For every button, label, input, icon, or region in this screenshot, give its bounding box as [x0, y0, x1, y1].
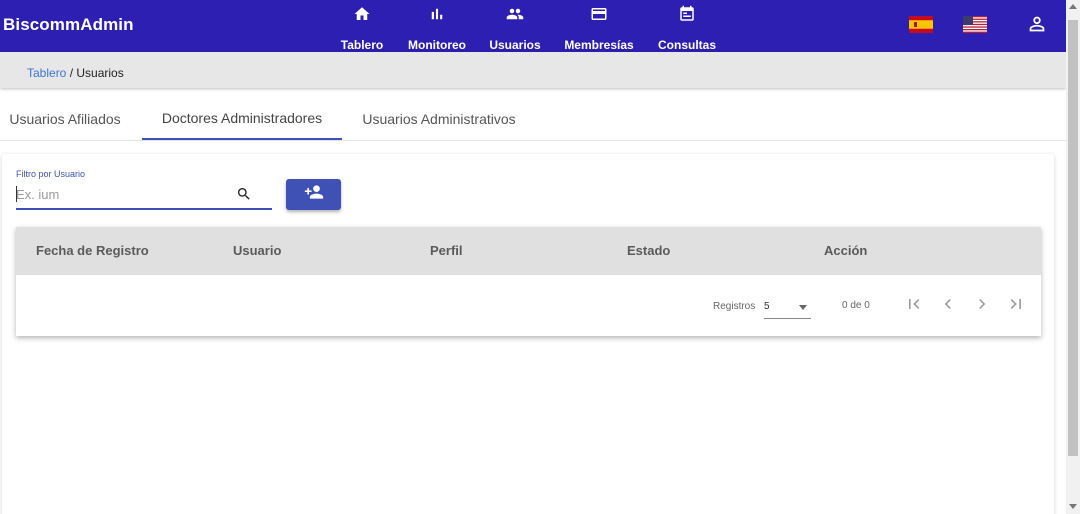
person-icon[interactable]: [1026, 13, 1048, 35]
home-icon: [353, 2, 371, 26]
person-add-icon: [303, 182, 325, 207]
nav-consultas[interactable]: Consultas: [658, 0, 716, 52]
next-page-icon[interactable]: [972, 294, 992, 314]
breadcrumb-current: Usuarios: [76, 66, 124, 80]
filter-underline: [16, 208, 272, 210]
add-user-button[interactable]: [286, 179, 341, 210]
calendar-icon: [678, 2, 696, 26]
credit-card-icon: [589, 2, 609, 26]
page-range-text: 0 de 0: [842, 300, 870, 311]
previous-page-icon[interactable]: [938, 294, 958, 314]
tab-usuarios-afiliados[interactable]: Usuarios Afiliados: [0, 98, 130, 140]
nav-tablero[interactable]: Tablero: [340, 0, 384, 52]
nav-label: Consultas: [658, 38, 717, 52]
breadcrumb-link-tablero[interactable]: Tablero: [27, 66, 66, 80]
nav-usuarios[interactable]: Usuarios: [489, 0, 541, 52]
filter-label: Filtro por Usuario: [16, 169, 86, 179]
scrollbar-thumb[interactable]: [1068, 20, 1078, 456]
tab-group: Usuarios Afiliados Doctores Administrado…: [0, 98, 1066, 141]
page: BiscommAdmin Tablero Monitoreo Usuarios …: [0, 0, 1080, 514]
people-icon: [505, 2, 525, 26]
scroll-down-arrow-icon[interactable]: [1069, 504, 1077, 509]
breadcrumb-separator: /: [66, 66, 77, 80]
column-header-accion: Acción: [824, 243, 868, 258]
first-page-icon[interactable]: [904, 294, 924, 314]
user-filter-input[interactable]: [16, 185, 231, 203]
breadcrumb: Tablero / Usuarios: [0, 52, 1066, 88]
nav-label: Membresías: [564, 38, 634, 52]
spain-flag-icon[interactable]: [909, 16, 933, 38]
column-header-estado[interactable]: Estado: [627, 243, 670, 258]
table-header: Fecha de Registro Usuario Perfil Estado …: [16, 227, 1041, 275]
tab-doctores-administradores[interactable]: Doctores Administradores: [142, 98, 342, 140]
top-toolbar: BiscommAdmin Tablero Monitoreo Usuarios …: [0, 0, 1066, 52]
page-size-label: Registros: [713, 301, 756, 312]
breadcrumb-text: Tablero / Usuarios: [27, 66, 124, 80]
scroll-up-arrow-icon[interactable]: [1069, 4, 1077, 9]
nav-label: Monitoreo: [408, 38, 466, 52]
dropdown-arrow-icon: [799, 305, 807, 310]
nav-label: Usuarios: [489, 38, 541, 52]
column-header-perfil[interactable]: Perfil: [430, 243, 463, 258]
bar-chart-icon: [428, 2, 446, 26]
column-header-fecha[interactable]: Fecha de Registro: [36, 243, 149, 258]
users-table: Fecha de Registro Usuario Perfil Estado …: [16, 227, 1041, 336]
search-icon[interactable]: [236, 186, 252, 202]
nav-monitoreo[interactable]: Monitoreo: [408, 0, 466, 52]
nav-membresias[interactable]: Membresías: [564, 0, 634, 52]
last-page-icon[interactable]: [1006, 294, 1026, 314]
usa-flag-icon[interactable]: [963, 16, 987, 38]
column-header-usuario[interactable]: Usuario: [233, 243, 281, 258]
page-size-value: 5: [764, 301, 770, 312]
tab-usuarios-administrativos[interactable]: Usuarios Administrativos: [348, 98, 530, 140]
nav-label: Tablero: [340, 38, 384, 52]
text-caret: [16, 186, 17, 202]
paginator: Registros 5 0 de 0: [16, 275, 1041, 336]
app-title: BiscommAdmin: [3, 15, 134, 34]
page-size-select[interactable]: 5: [764, 295, 811, 319]
